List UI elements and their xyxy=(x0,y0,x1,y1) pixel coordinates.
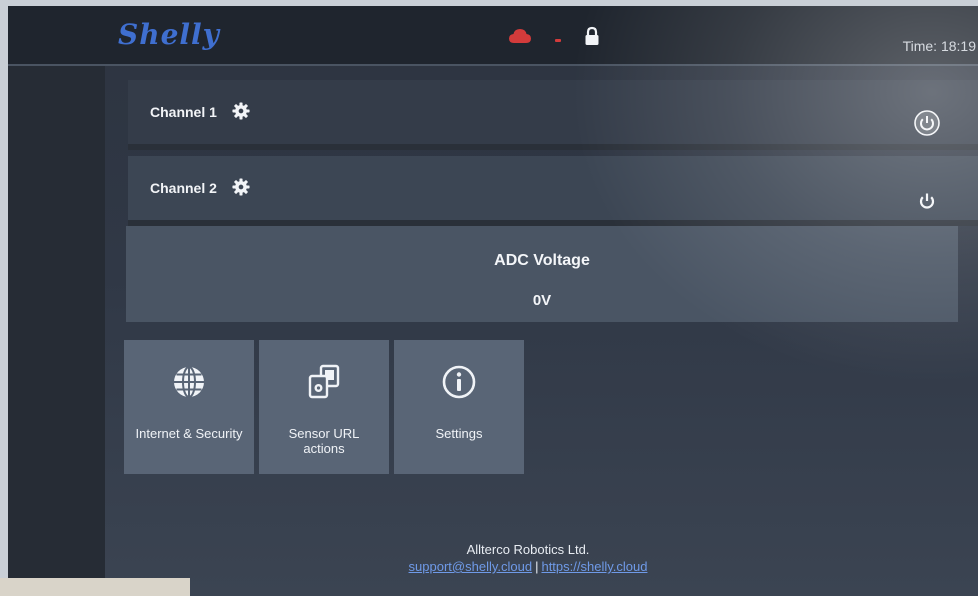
device-screen: Shelly Time: 18:19 Channel 1 Channel 2 A… xyxy=(8,6,978,596)
cloud-icon xyxy=(509,29,531,43)
gear-icon[interactable] xyxy=(232,102,250,120)
settings-tile[interactable]: Settings xyxy=(394,340,524,474)
footer: Allterco Robotics Ltd. support@shelly.cl… xyxy=(348,542,708,574)
adc-voltage-value: 0V xyxy=(532,292,552,309)
cloud-status-indicator xyxy=(555,39,561,42)
left-sidebar xyxy=(8,66,105,596)
footer-company-name: Allterco Robotics Ltd. xyxy=(466,542,590,557)
internet-security-tile[interactable]: Internet & Security xyxy=(124,340,254,474)
adc-voltage-panel: ADC Voltage 0V xyxy=(126,226,958,322)
channel-2-row[interactable]: Channel 2 xyxy=(128,156,978,226)
channel-2-label: Channel 2 xyxy=(150,180,217,196)
adc-voltage-title: ADC Voltage xyxy=(494,252,590,269)
paper-corner xyxy=(0,578,190,596)
internet-security-label: Internet & Security xyxy=(135,426,243,441)
support-email-link[interactable]: support@shelly.cloud xyxy=(409,559,533,574)
shelly-logo[interactable]: Shelly xyxy=(118,18,220,51)
footer-separator: | xyxy=(535,559,539,574)
lock-icon xyxy=(585,26,599,45)
channel-1-row[interactable]: Channel 1 xyxy=(128,80,978,150)
gear-icon[interactable] xyxy=(232,178,250,196)
info-icon xyxy=(442,365,476,399)
sensor-actions-icon xyxy=(308,364,340,399)
top-header: Shelly Time: 18:19 xyxy=(8,6,978,66)
sensor-url-actions-label: Sensor URL actions xyxy=(288,426,360,456)
channel-1-label: Channel 1 xyxy=(150,104,217,120)
time-readout: Time: 18:19 xyxy=(902,38,976,54)
website-link[interactable]: https://shelly.cloud xyxy=(541,559,647,574)
channel-2-power-button[interactable] xyxy=(914,188,940,214)
sensor-url-actions-tile[interactable]: Sensor URL actions xyxy=(259,340,389,474)
settings-label: Settings xyxy=(435,426,483,441)
channel-1-power-button[interactable] xyxy=(914,110,940,136)
globe-icon xyxy=(174,366,204,398)
